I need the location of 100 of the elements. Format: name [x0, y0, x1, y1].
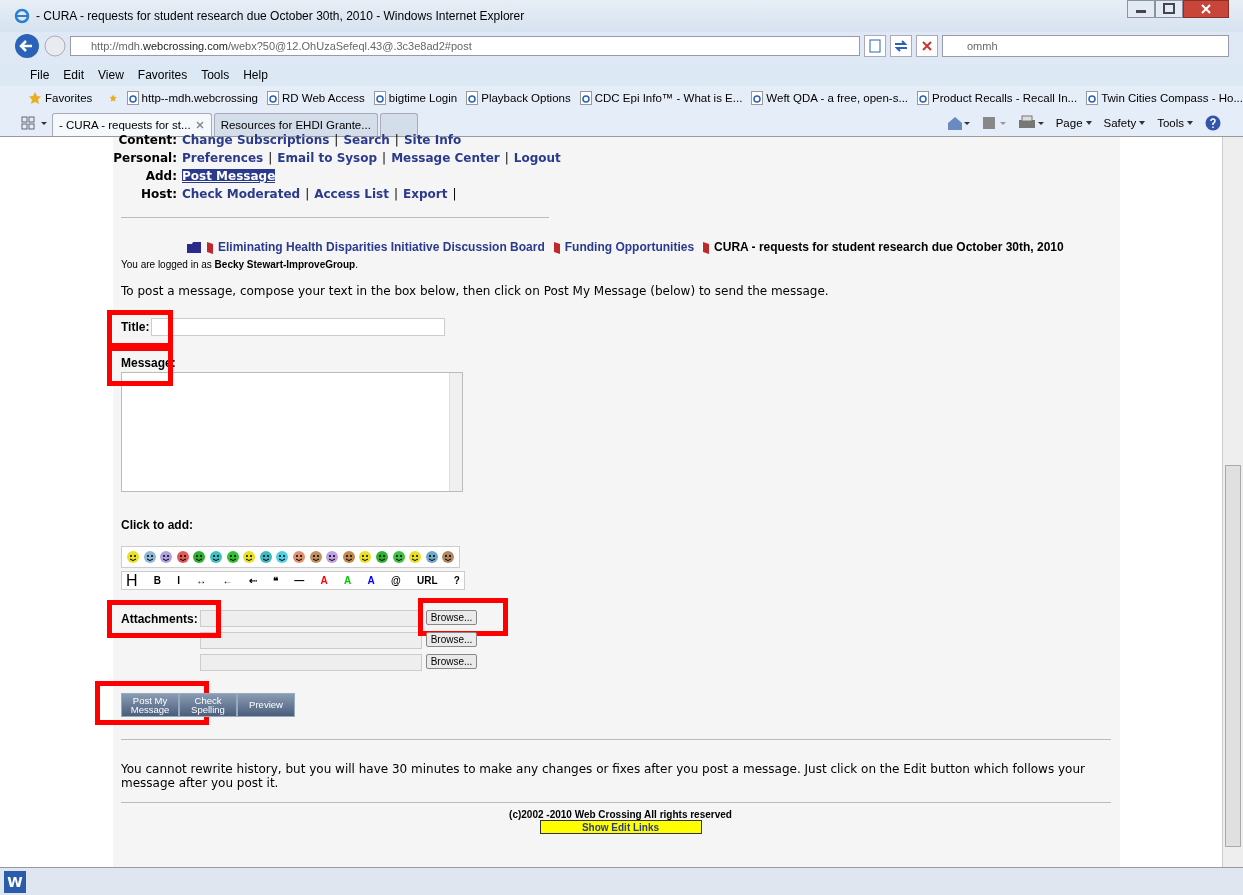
format-button[interactable]: ← — [222, 575, 233, 586]
refresh-icon[interactable] — [890, 35, 912, 57]
help-icon[interactable] — [1205, 115, 1221, 131]
maximize-button[interactable] — [1155, 0, 1183, 18]
menu-item[interactable]: Edit — [63, 68, 85, 82]
smiley-icon[interactable] — [408, 550, 423, 564]
file-path-field[interactable] — [199, 654, 422, 671]
format-button[interactable]: ↔ — [196, 575, 207, 586]
nav-link[interactable]: Site Info — [403, 133, 462, 147]
smiley-icon[interactable] — [325, 550, 340, 564]
show-edit-links-button[interactable]: Show Edit Links — [539, 820, 702, 834]
smiley-icon[interactable] — [341, 550, 356, 564]
stop-icon[interactable] — [916, 35, 938, 57]
smiley-icon[interactable] — [225, 550, 240, 564]
search-field[interactable]: ommh — [942, 35, 1229, 57]
window-title: - CURA - requests for student research due October 30th, 2010 - Windows Internet Explorer — [36, 9, 525, 23]
format-button[interactable]: @ — [391, 575, 401, 586]
nav-link[interactable]: Change Subscriptions — [182, 133, 330, 147]
favorite-link[interactable]: RD Web Access — [266, 91, 365, 105]
favorite-link[interactable]: CDC Epi Info™ - What is E... — [579, 91, 743, 105]
feed-icon[interactable] — [981, 115, 1006, 131]
smiley-icon[interactable] — [192, 550, 207, 564]
close-tab-icon[interactable] — [194, 120, 205, 130]
favorite-link[interactable]: Product Recalls - Recall In... — [917, 91, 1078, 105]
smiley-icon[interactable] — [242, 550, 257, 564]
smiley-icon[interactable] — [374, 550, 389, 564]
format-button[interactable]: H — [126, 571, 138, 590]
browse-button[interactable]: Browse... — [425, 632, 478, 647]
smiley-icon[interactable] — [126, 550, 140, 564]
favorite-link[interactable]: Playback Options — [466, 91, 571, 105]
smiley-icon[interactable] — [258, 550, 273, 564]
menu-item[interactable]: Favorites — [137, 68, 188, 82]
breadcrumb-link[interactable]: Eliminating Health Disparities Initiative Discussion Board — [218, 240, 545, 254]
smiley-icon[interactable] — [159, 550, 174, 564]
nav-link[interactable]: Check Moderated — [182, 187, 301, 201]
format-button[interactable]: ? — [453, 575, 460, 586]
form-button[interactable]: Post My Message — [121, 693, 179, 717]
format-button[interactable]: URL — [417, 575, 438, 586]
format-button[interactable]: ❝ — [273, 575, 279, 586]
smiley-icon[interactable] — [441, 550, 456, 564]
file-path-field[interactable] — [199, 632, 422, 649]
page-icon — [266, 91, 279, 105]
smiley-icon[interactable] — [291, 550, 306, 564]
smiley-icon[interactable] — [208, 550, 223, 564]
footer-notice: You cannot rewrite history, but you will have 30 minutes to make any changes or fixes after you post a message. Just click on the Edit button which follows your message after you post it. — [121, 762, 1086, 790]
menu-item[interactable]: File — [30, 68, 50, 82]
separator: | — [382, 151, 387, 165]
command-menu[interactable]: Safety — [1103, 117, 1146, 129]
address-field[interactable]: http://mdh.webcrossing.com/webx?50@12.OhUzaSefeql.43@.3c3e8ad2#post — [70, 36, 860, 56]
format-button[interactable]: A — [367, 575, 375, 586]
nav-link[interactable]: Email to Sysop — [277, 151, 378, 165]
nav-link[interactable]: Search — [343, 133, 390, 147]
close-button[interactable] — [1183, 0, 1229, 18]
favorite-link[interactable]: bigtime Login — [373, 91, 458, 105]
nav-link[interactable]: Post Message — [182, 169, 276, 183]
print-icon[interactable] — [1017, 115, 1044, 131]
back-button[interactable] — [14, 33, 40, 59]
command-menu[interactable]: Page — [1055, 117, 1092, 129]
folder-icon — [186, 240, 202, 254]
format-button[interactable]: ⇠ — [248, 575, 257, 586]
smiley-icon[interactable] — [308, 550, 323, 564]
separator: | — [504, 151, 509, 165]
smiley-icon[interactable] — [391, 550, 406, 564]
nav-link[interactable]: Access List — [314, 187, 389, 201]
breadcrumb-link[interactable]: Funding Opportunities — [564, 240, 695, 254]
menu-item[interactable]: Tools — [201, 68, 230, 82]
page-icon — [466, 91, 479, 105]
form-button[interactable]: Check Spelling — [179, 693, 237, 717]
page-icon — [751, 91, 764, 105]
smiley-icon[interactable] — [424, 550, 439, 564]
favorites-button[interactable]: Favorites — [28, 91, 93, 105]
form-button[interactable]: Preview — [237, 693, 295, 717]
format-button[interactable]: A — [320, 575, 328, 586]
smiley-icon[interactable] — [358, 550, 373, 564]
menu-item[interactable]: View — [98, 68, 124, 82]
nav-link[interactable]: Logout — [513, 151, 561, 165]
browse-button[interactable]: Browse... — [425, 654, 478, 669]
smiley-icon[interactable] — [142, 550, 157, 564]
word-app-icon[interactable]: W — [4, 870, 26, 893]
home-icon[interactable] — [945, 115, 970, 131]
nav-link[interactable]: Preferences — [182, 151, 264, 165]
nav-link[interactable]: Message Center — [391, 151, 500, 165]
format-button[interactable]: I — [177, 575, 181, 586]
minimize-button[interactable] — [1127, 0, 1155, 18]
nav-label: Add: — [144, 169, 177, 183]
command-menu[interactable]: Tools — [1157, 117, 1193, 129]
favorite-link[interactable]: http--mdh.webcrossing — [126, 91, 258, 105]
title-input[interactable] — [151, 318, 446, 336]
smiley-icon[interactable] — [175, 550, 190, 564]
favorite-link[interactable]: Twin Cities Compass - Ho... — [1086, 91, 1243, 105]
format-button[interactable]: B — [153, 575, 162, 586]
nav-link[interactable]: Export — [403, 187, 448, 201]
quick-tabs-icon[interactable] — [20, 114, 50, 132]
browse-button[interactable]: Browse... — [425, 610, 478, 625]
favorite-link[interactable]: Weft QDA - a free, open-s... — [751, 91, 909, 105]
instructions-text: To post a message, compose your text in the box below, then click on Post My Message (below) to send the message. — [121, 284, 829, 298]
format-button[interactable]: — — [294, 575, 305, 586]
menu-item[interactable]: Help — [243, 68, 268, 82]
smiley-icon[interactable] — [275, 550, 290, 564]
scrollbar[interactable] — [1222, 137, 1243, 867]
